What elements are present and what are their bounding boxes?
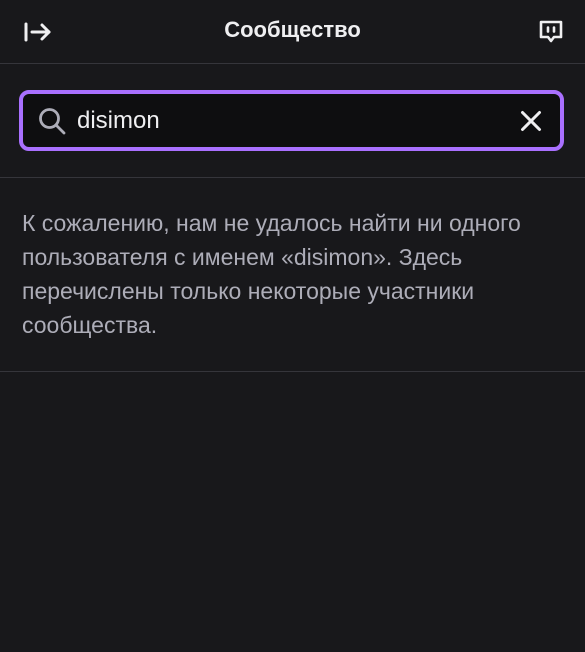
clear-search-button[interactable] — [514, 104, 548, 138]
community-header: Сообщество — [0, 0, 585, 64]
close-icon — [521, 111, 541, 131]
chat-bubble-icon — [539, 20, 563, 43]
search-icon — [39, 108, 66, 135]
search-results: К сожалению, нам не удалось найти ни одн… — [0, 178, 585, 372]
page-title: Сообщество — [224, 17, 361, 42]
chat-button[interactable] — [531, 12, 571, 52]
no-results-message: К сожалению, нам не удалось найти ни одн… — [22, 210, 521, 338]
search-section — [0, 64, 585, 178]
search-input[interactable] — [77, 102, 497, 140]
search-box[interactable] — [19, 90, 564, 151]
